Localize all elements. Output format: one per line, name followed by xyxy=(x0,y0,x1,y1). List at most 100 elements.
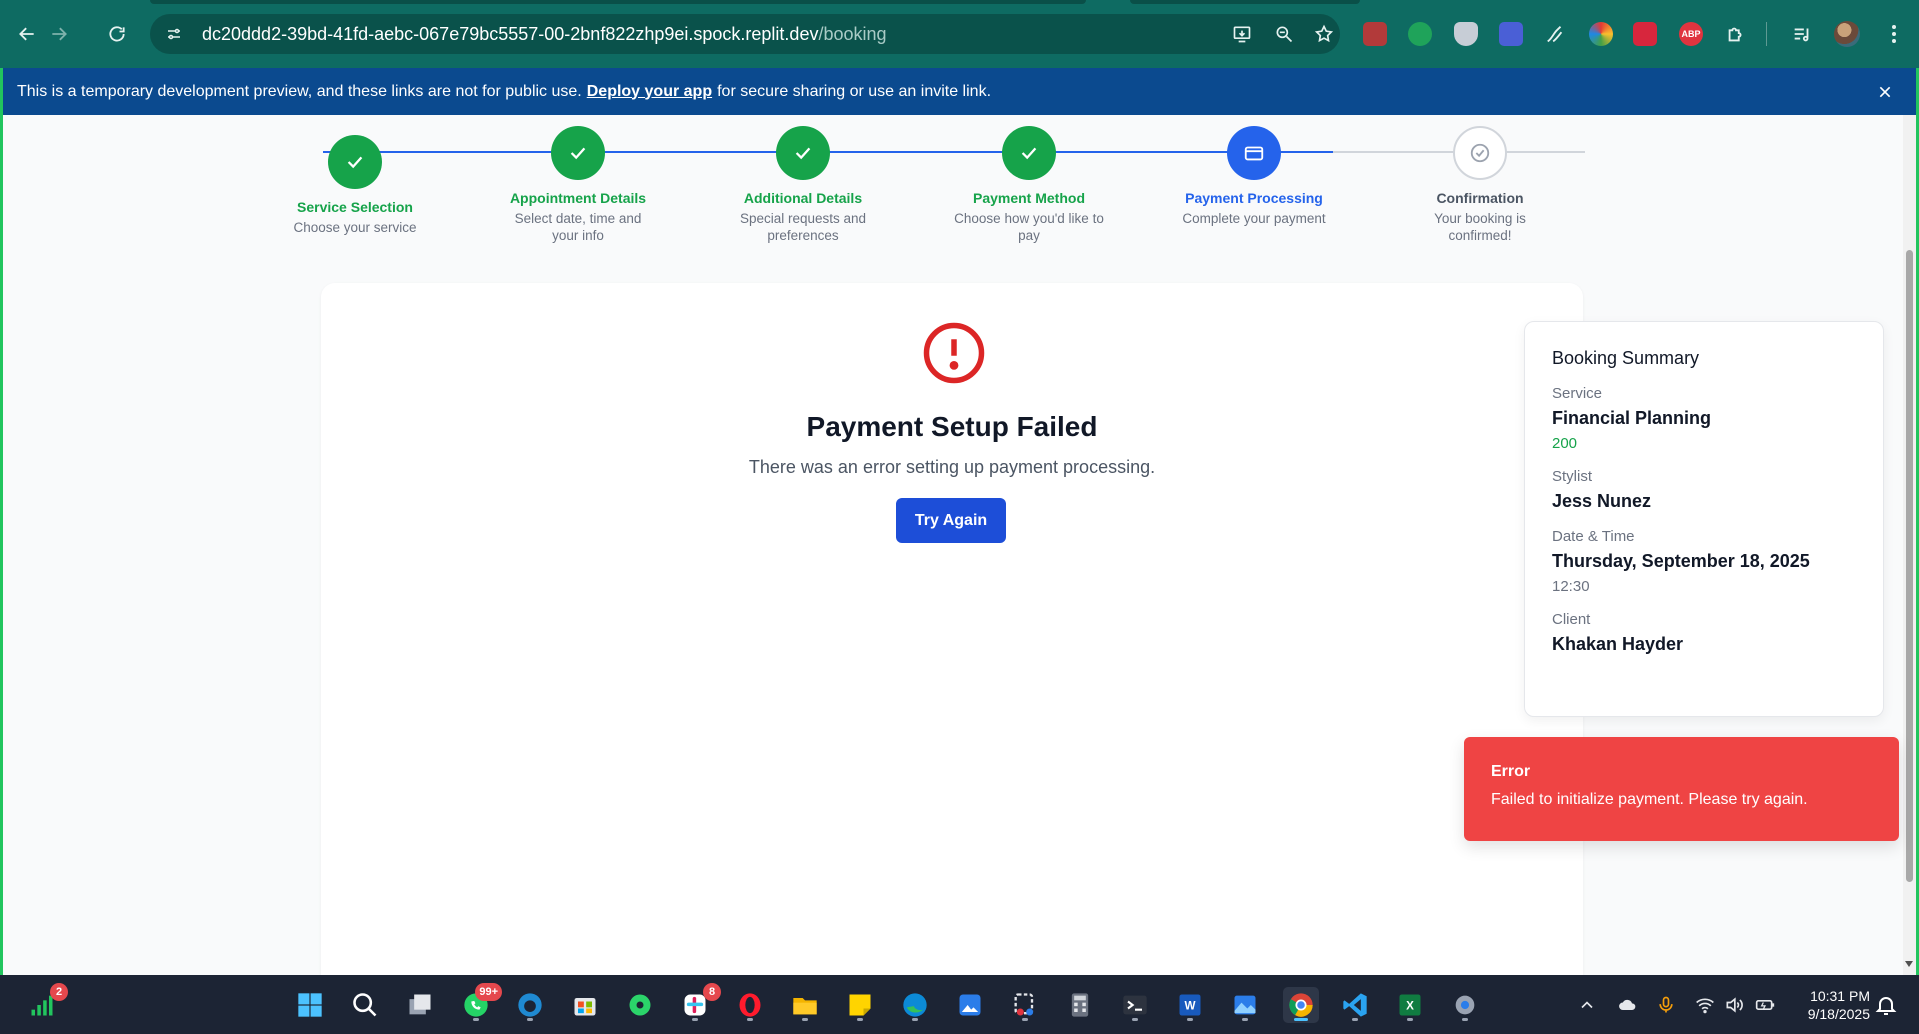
snipping-tool-icon[interactable] xyxy=(1007,987,1043,1023)
step-title: Additional Details xyxy=(743,190,863,206)
microphone-icon[interactable] xyxy=(1651,987,1681,1023)
system-clock[interactable]: 10:31 PM 9/18/2025 xyxy=(1790,987,1870,1023)
puzzle-icon[interactable] xyxy=(1724,22,1748,46)
running-indicator xyxy=(802,1018,808,1021)
svg-text:W: W xyxy=(1184,1000,1195,1013)
step-description: Choose how you'd like to pay xyxy=(954,211,1104,243)
task-view-icon[interactable] xyxy=(402,987,438,1023)
sticky-notes-icon[interactable] xyxy=(842,987,878,1023)
stylist-value: Jess Nunez xyxy=(1552,491,1652,511)
volume-icon[interactable] xyxy=(1719,987,1749,1023)
app-launcher-icon[interactable] xyxy=(622,987,658,1023)
back-button[interactable] xyxy=(9,16,45,52)
service-price: 200 xyxy=(1552,435,1578,452)
step-description: Complete your payment xyxy=(1182,211,1326,226)
check-icon xyxy=(328,135,382,189)
check-icon xyxy=(776,126,830,180)
adblock-icon[interactable]: ABP xyxy=(1679,22,1703,46)
deploy-app-link[interactable]: Deploy your app xyxy=(587,83,712,101)
running-indicator xyxy=(527,1018,533,1021)
date-value: Thursday, September 18, 2025 xyxy=(1552,551,1810,571)
alert-circle-icon xyxy=(923,322,985,384)
whatsapp-icon[interactable]: 99+ xyxy=(458,983,502,1023)
tune-icon xyxy=(168,28,180,40)
shield-icon[interactable] xyxy=(1454,22,1478,46)
running-indicator xyxy=(747,1018,753,1021)
forward-button[interactable] xyxy=(41,16,77,52)
banner-text: This is a temporary development preview,… xyxy=(17,82,582,100)
arrow-left-icon xyxy=(19,27,34,41)
reload-button[interactable] xyxy=(99,16,135,52)
settings-icon[interactable] xyxy=(1447,987,1483,1023)
install-app-icon[interactable] xyxy=(1230,22,1254,46)
error-message: There was an error setting up payment pr… xyxy=(748,457,1156,477)
chrome-icon[interactable] xyxy=(1283,987,1319,1023)
time-value: 12:30 xyxy=(1552,578,1590,595)
capture-extension-icon[interactable] xyxy=(1499,22,1523,46)
error-title: Payment Setup Failed xyxy=(806,411,1098,442)
browser-menu-button[interactable] xyxy=(1880,20,1908,48)
search-icon[interactable] xyxy=(347,987,383,1023)
step-payment-method: Payment Method Choose how you'd like to … xyxy=(934,115,1124,244)
signal-widget-icon[interactable]: 2 xyxy=(24,983,68,1023)
tab[interactable] xyxy=(1130,0,1360,4)
clock-time: 10:31 PM xyxy=(1810,988,1870,1004)
step-description: Select date, time and your info xyxy=(514,211,642,243)
start-button[interactable] xyxy=(292,987,328,1023)
browser-toolbar: dc20ddd2-39bd-41fd-aebc-067e79bc5557-00-… xyxy=(0,0,1919,68)
step-confirmation: Confirmation Your booking is confirmed! xyxy=(1385,115,1575,244)
running-indicator xyxy=(1132,1018,1138,1021)
gallery-icon[interactable] xyxy=(1227,987,1263,1023)
reload-icon xyxy=(109,26,125,42)
running-indicator xyxy=(1407,1018,1413,1021)
media-controls-icon[interactable] xyxy=(1790,22,1814,46)
grammarly-icon[interactable] xyxy=(1408,22,1432,46)
onedrive-cloud-icon[interactable] xyxy=(1612,987,1642,1023)
edge-profile-icon[interactable] xyxy=(512,987,548,1023)
step-description: Your booking is confirmed! xyxy=(1434,211,1526,243)
vscode-icon[interactable] xyxy=(1337,987,1373,1023)
terminal-icon[interactable] xyxy=(1117,987,1153,1023)
opera-icon[interactable] xyxy=(732,987,768,1023)
extension-icon[interactable] xyxy=(1363,22,1387,46)
scroll-down-arrow-icon[interactable] xyxy=(1905,961,1913,967)
try-again-button[interactable]: Try Again xyxy=(896,498,1006,543)
close-banner-button[interactable] xyxy=(1873,80,1897,104)
active-tab[interactable] xyxy=(150,0,1086,4)
notification-bell-icon[interactable] xyxy=(1874,993,1898,1017)
word-icon[interactable]: W xyxy=(1172,987,1208,1023)
bookmark-star-icon[interactable] xyxy=(1312,22,1336,46)
profile-avatar[interactable] xyxy=(1834,21,1860,47)
check-icon xyxy=(1002,126,1056,180)
step-payment-processing: Payment Processing Complete your payment xyxy=(1159,115,1349,227)
error-toast[interactable]: Error Failed to initialize payment. Plea… xyxy=(1464,737,1899,841)
step-description: Choose your service xyxy=(293,220,417,235)
photos-icon[interactable] xyxy=(952,987,988,1023)
step-title: Appointment Details xyxy=(509,190,647,206)
edge-browser-icon[interactable] xyxy=(897,987,933,1023)
arrow-right-icon xyxy=(52,27,67,41)
calculator-icon[interactable] xyxy=(1062,987,1098,1023)
wifi-icon[interactable] xyxy=(1690,987,1720,1023)
step-title: Payment Method xyxy=(972,190,1085,206)
battery-icon[interactable] xyxy=(1750,987,1780,1023)
url-text[interactable]: dc20ddd2-39bd-41fd-aebc-067e79bc5557-00-… xyxy=(202,24,887,45)
service-value: Financial Planning xyxy=(1552,408,1712,428)
video-extension-icon[interactable] xyxy=(1633,22,1657,46)
scrollbar-thumb[interactable] xyxy=(1906,250,1913,882)
pen-extension-icon[interactable] xyxy=(1543,22,1567,46)
color-picker-icon[interactable] xyxy=(1589,22,1613,46)
notification-badge: 8 xyxy=(703,983,721,1001)
zoom-icon[interactable] xyxy=(1272,22,1296,46)
page-scrollbar[interactable] xyxy=(1903,115,1916,975)
microsoft-store-icon[interactable] xyxy=(567,987,603,1023)
chevron-up-icon[interactable] xyxy=(1572,987,1602,1023)
file-explorer-icon[interactable] xyxy=(787,987,823,1023)
slack-icon[interactable]: 8 xyxy=(677,983,721,1023)
excel-icon[interactable]: X xyxy=(1392,987,1428,1023)
running-indicator xyxy=(1462,1018,1468,1021)
site-info-icon[interactable] xyxy=(154,14,194,54)
credit-card-icon xyxy=(1227,126,1281,180)
clock-date: 9/18/2025 xyxy=(1807,1006,1870,1022)
address-bar[interactable]: dc20ddd2-39bd-41fd-aebc-067e79bc5557-00-… xyxy=(150,14,1340,54)
